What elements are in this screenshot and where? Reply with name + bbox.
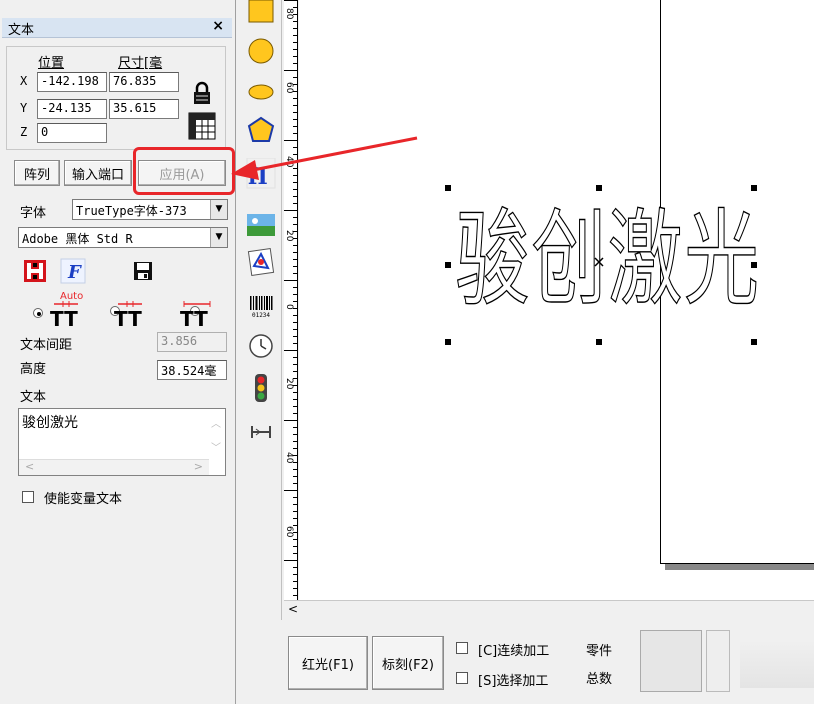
red-arrow-annotation	[229, 130, 429, 200]
z-position-field[interactable]: 0	[37, 123, 107, 143]
spacing-width-icon: TT	[178, 300, 218, 331]
traffic-light-tool-icon[interactable]	[246, 372, 276, 404]
continuous-checkbox[interactable]	[456, 642, 468, 654]
spacing-mode-auto-radio[interactable]	[33, 308, 43, 318]
circle-tool-icon[interactable]	[246, 36, 276, 66]
spacing-center-icon: TT	[112, 300, 152, 331]
scroll-right-icon[interactable]: >	[194, 460, 203, 473]
x-size-field[interactable]: 76.835	[109, 72, 179, 92]
close-icon[interactable]: ×	[212, 18, 224, 34]
continuous-label: [C]连续加工	[478, 644, 550, 659]
size-label: 尺寸[毫	[118, 56, 163, 71]
page-shadow	[665, 564, 814, 570]
selection-handle[interactable]	[751, 185, 757, 191]
ruler-label: 60	[284, 82, 294, 94]
save-icon[interactable]	[132, 260, 154, 282]
height-field[interactable]: 38.524毫	[157, 360, 227, 380]
barcode-digits: 01234	[252, 312, 270, 319]
scroll-left-icon[interactable]: <	[288, 602, 298, 616]
spacing-label: 文本间距	[20, 338, 73, 353]
text-content-value: 骏创激光	[22, 415, 78, 431]
barcode-tool-icon[interactable]: 01234	[246, 294, 276, 320]
bottom-control-bar: 红光(F1) 标刻(F2) [C]连续加工 [S]选择加工 零件 总数	[240, 620, 814, 704]
svg-text:TT: TT	[50, 307, 78, 328]
select-label: [S]选择加工	[478, 674, 549, 689]
bottom-separator	[740, 640, 814, 688]
ruler-label: 20	[284, 230, 294, 242]
total-label: 总数	[586, 672, 613, 687]
parts-label: 零件	[586, 644, 613, 659]
mark-button[interactable]: 标刻(F2)	[372, 636, 444, 690]
selection-handle[interactable]	[445, 262, 451, 268]
parts-counter-field	[640, 630, 702, 692]
counter-reset-button[interactable]	[706, 630, 730, 692]
selection-handle[interactable]	[751, 339, 757, 345]
center-marker-icon	[593, 256, 605, 268]
ellipse-tool-icon[interactable]	[246, 80, 276, 104]
text-label: 文本	[20, 390, 47, 405]
height-label: 高度	[20, 362, 47, 377]
spacing-field[interactable]: 3.856	[157, 332, 227, 352]
y-label: Y	[20, 101, 28, 115]
drawing-toolbar: fI 01234	[240, 0, 282, 704]
lock-icon[interactable]	[188, 80, 216, 106]
x-label: X	[20, 74, 28, 88]
chevron-down-icon: ▼	[210, 200, 227, 219]
canvas-outlined-text: 骏创激光	[454, 197, 761, 320]
scroll-up-icon[interactable]: ︿	[211, 415, 221, 430]
font-name-value: Adobe 黑体 Std R	[22, 232, 133, 246]
ruler-label: 60	[284, 526, 294, 538]
rectangle-tool-icon[interactable]	[246, 0, 276, 26]
selection-handle[interactable]	[596, 185, 602, 191]
vertical-ruler: 806040200204060	[284, 0, 298, 600]
array-button[interactable]: 阵列	[14, 160, 60, 186]
z-label: Z	[20, 125, 28, 139]
font-label: 字体	[20, 206, 47, 221]
x-position-field[interactable]: -142.198	[37, 72, 107, 92]
svg-text:TT: TT	[180, 307, 208, 328]
font-type-select[interactable]: TrueType字体-373 ▼	[72, 199, 228, 220]
position-label: 位置	[38, 56, 65, 71]
image-tool-icon[interactable]	[246, 212, 276, 238]
variable-text-checkbox[interactable]	[22, 491, 34, 503]
extension-axis-tool-icon[interactable]	[246, 420, 276, 444]
selection-handle[interactable]	[751, 262, 757, 268]
font-type-value: TrueType字体-373	[76, 204, 187, 218]
select-checkbox[interactable]	[456, 672, 468, 684]
text-properties-panel: 文本 × 位置 尺寸[毫 X -142.198 76.835 Y -24.135…	[0, 0, 236, 704]
svg-text:F: F	[67, 262, 82, 283]
scroll-down-icon[interactable]: ﹀	[211, 439, 221, 454]
grid-icon[interactable]	[188, 112, 216, 140]
input-port-button[interactable]: 输入端口	[64, 160, 132, 186]
ruler-label: 40	[284, 452, 294, 464]
svg-text:TT: TT	[114, 307, 142, 328]
font-name-select[interactable]: Adobe 黑体 Std R ▼	[18, 227, 228, 248]
selection-handle[interactable]	[445, 339, 451, 345]
ruler-label: 20	[284, 378, 294, 390]
y-position-field[interactable]: -24.135	[37, 99, 107, 119]
selection-handle[interactable]	[445, 185, 451, 191]
ruler-label: 80	[284, 8, 294, 20]
panel-titlebar: 文本 ×	[2, 18, 232, 38]
ruler-ticks: 806040200204060	[284, 0, 298, 596]
horizontal-scrollbar[interactable]: < >	[19, 459, 209, 475]
vector-file-tool-icon[interactable]	[246, 248, 276, 276]
scroll-left-icon[interactable]: <	[25, 460, 34, 473]
y-size-field[interactable]: 35.615	[109, 99, 179, 119]
apply-highlight-box	[133, 147, 235, 195]
spacing-auto-icon: TT	[48, 300, 88, 331]
canvas-horizontal-scrollbar[interactable]: <	[284, 600, 814, 620]
font-format-icon[interactable]: F	[60, 258, 86, 284]
clock-tool-icon[interactable]	[246, 332, 276, 360]
font-table-icon[interactable]	[22, 258, 48, 284]
red-light-button[interactable]: 红光(F1)	[288, 636, 368, 690]
variable-text-label: 使能变量文本	[44, 492, 123, 507]
text-content-area[interactable]: 骏创激光 ︿ ﹀ < >	[18, 408, 226, 476]
panel-title: 文本	[8, 23, 35, 38]
chevron-down-icon: ▼	[210, 228, 227, 247]
selection-handle[interactable]	[596, 339, 602, 345]
drawing-canvas[interactable]: 骏创激光	[231, 0, 814, 600]
ruler-label: 0	[284, 304, 294, 310]
